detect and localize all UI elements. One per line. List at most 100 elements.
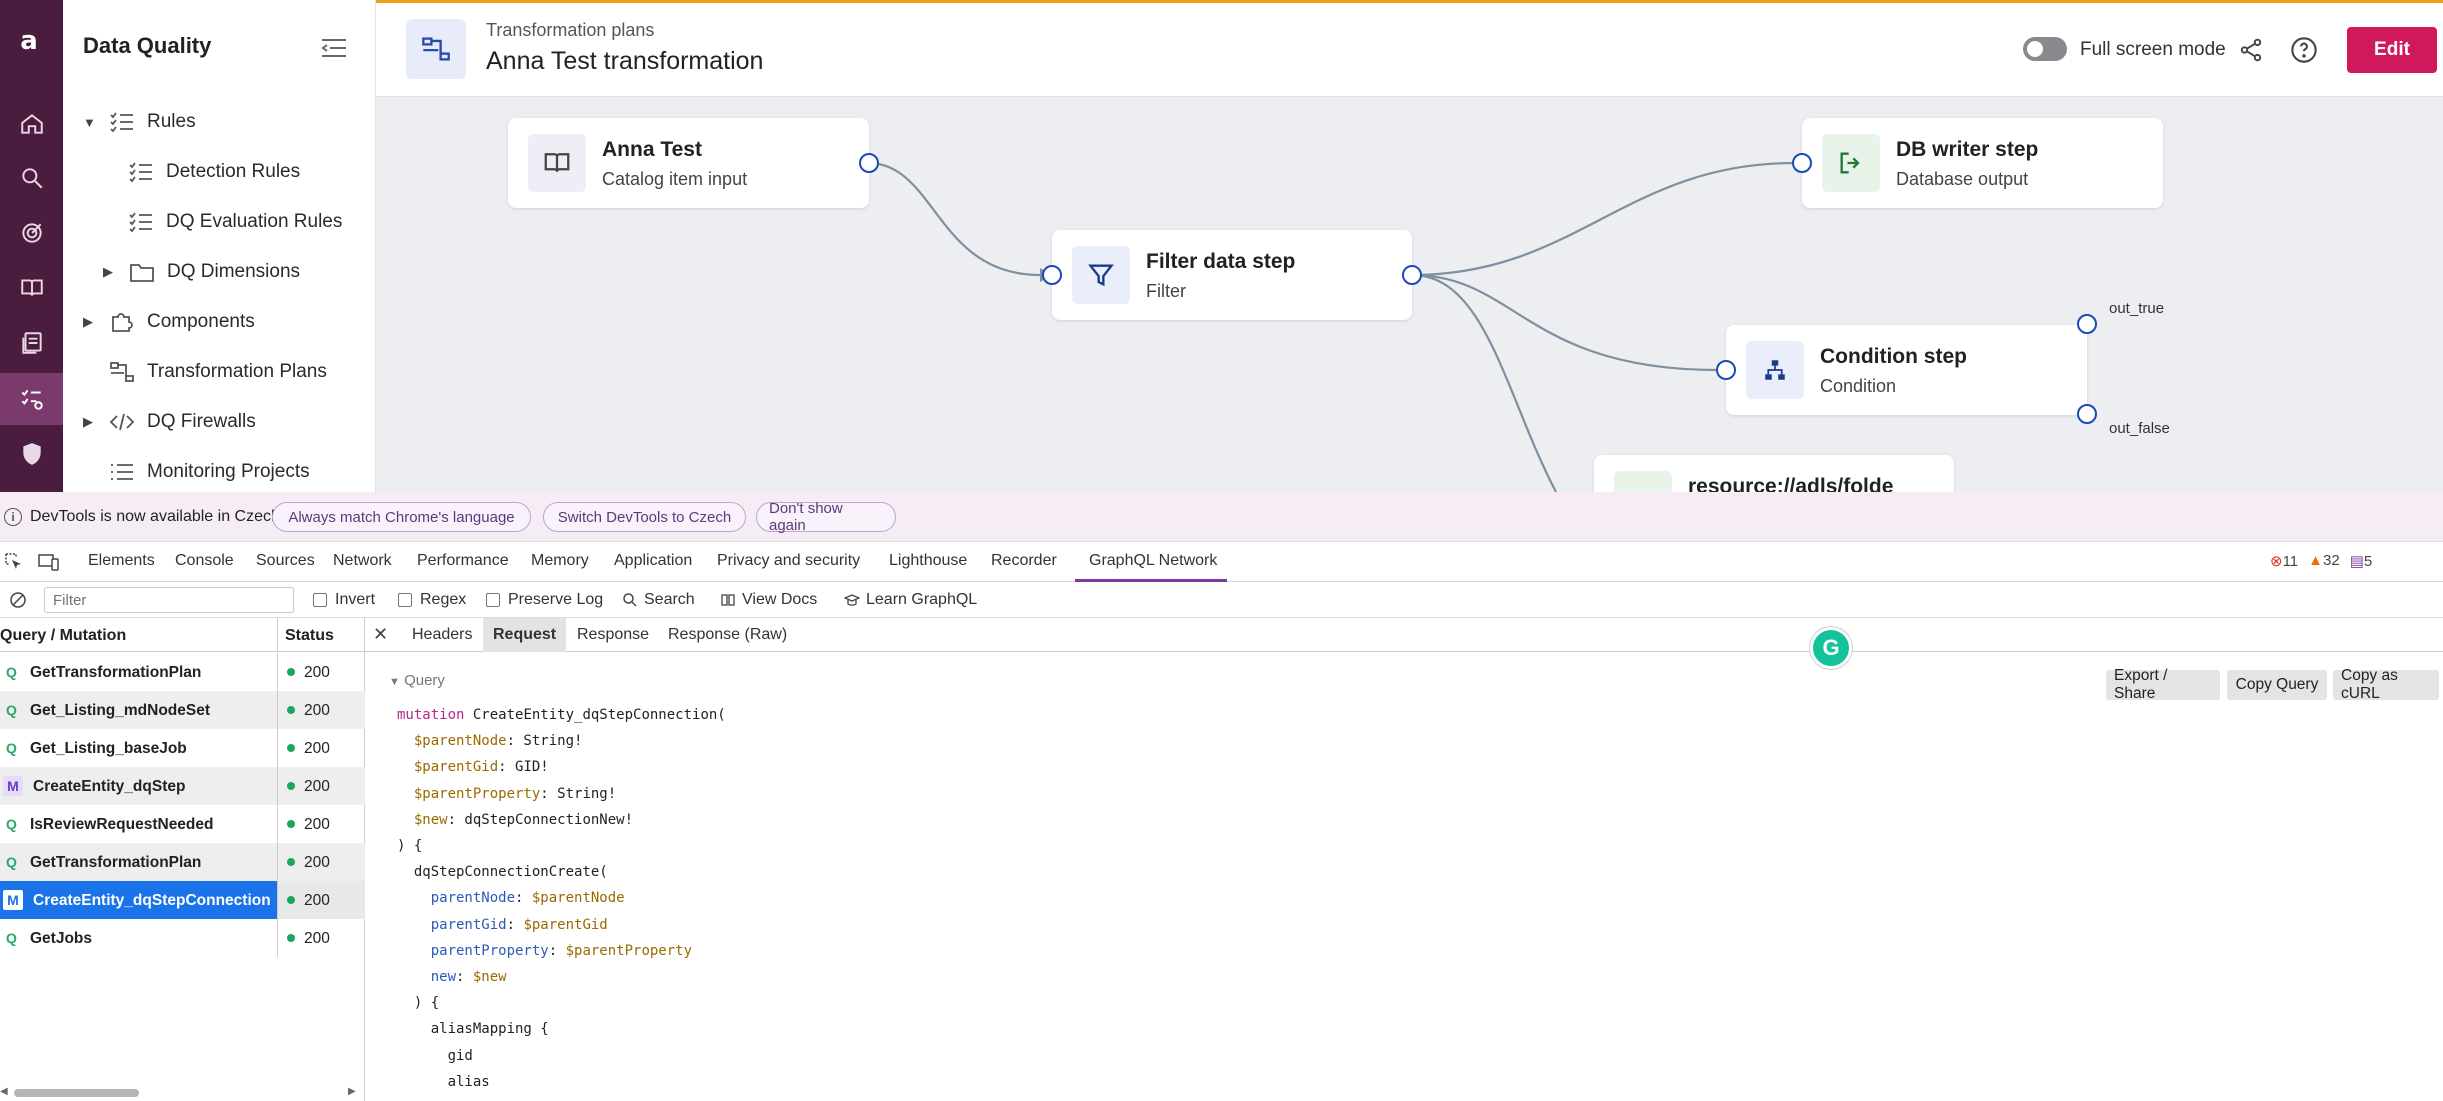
- request-row[interactable]: Q Get_Listing_mdNodeSet 200: [0, 691, 365, 729]
- search-button[interactable]: Search: [622, 591, 695, 609]
- node-resource[interactable]: resource://adls/folde: [1594, 455, 1954, 492]
- tab-memory[interactable]: Memory: [531, 552, 589, 570]
- tab-console[interactable]: Console: [175, 552, 234, 570]
- port-output[interactable]: [859, 153, 879, 173]
- collapse-menu-icon[interactable]: [320, 36, 348, 60]
- column-header-query[interactable]: Query / Mutation: [0, 627, 126, 645]
- tab-performance[interactable]: Performance: [417, 552, 509, 570]
- edit-button[interactable]: Edit: [2347, 27, 2437, 73]
- invert-checkbox[interactable]: Invert: [313, 591, 375, 609]
- tab-network[interactable]: Network: [333, 552, 392, 570]
- data-quality-icon[interactable]: [0, 373, 63, 425]
- dont-show-again-button[interactable]: Don't show again: [756, 500, 896, 534]
- chevron-down-icon[interactable]: ▼: [83, 115, 101, 130]
- app-logo[interactable]: a: [14, 26, 44, 56]
- node-db-writer[interactable]: DB writer step Database output: [1802, 118, 2163, 208]
- checklist-icon: [109, 111, 135, 133]
- preserve-log-checkbox[interactable]: Preserve Log: [486, 591, 603, 609]
- help-icon[interactable]: [2290, 36, 2318, 64]
- tab-response[interactable]: Response: [567, 618, 659, 652]
- request-row[interactable]: Q Get_Listing_baseJob 200: [0, 729, 365, 767]
- port-output[interactable]: [1402, 265, 1422, 285]
- request-row[interactable]: Q GetTransformationPlan 200: [0, 843, 365, 881]
- flow-canvas[interactable]: Anna Test Catalog item input Filter data…: [376, 97, 2443, 492]
- search-icon[interactable]: [0, 152, 63, 204]
- regex-checkbox[interactable]: Regex: [398, 591, 466, 609]
- always-match-language-button[interactable]: Always match Chrome's language: [272, 502, 531, 532]
- horizontal-scrollbar[interactable]: ◀ ▶: [0, 1086, 365, 1100]
- sidebar-item-dq-evaluation-rules[interactable]: DQ Evaluation Rules: [128, 197, 342, 247]
- node-condition-step[interactable]: Condition step Condition: [1726, 325, 2087, 415]
- scroll-left-arrow-icon[interactable]: ◀: [0, 1086, 8, 1097]
- port-out-false[interactable]: [2077, 404, 2097, 424]
- target-icon[interactable]: [0, 207, 63, 259]
- sidebar-item-dq-firewalls[interactable]: ▶ DQ Firewalls: [83, 397, 256, 447]
- transformation-plan-icon: [406, 19, 466, 79]
- tab-application[interactable]: Application: [614, 552, 692, 570]
- tab-privacy-security[interactable]: Privacy and security: [717, 552, 860, 570]
- clear-icon[interactable]: [9, 591, 27, 609]
- checkbox-box[interactable]: [398, 593, 412, 607]
- request-row-selected[interactable]: M CreateEntity_dqStepConnection 200: [0, 881, 365, 919]
- scrollbar-thumb[interactable]: [14, 1089, 139, 1097]
- scroll-right-arrow-icon[interactable]: ▶: [348, 1086, 356, 1097]
- request-row[interactable]: Q IsReviewRequestNeeded 200: [0, 805, 365, 843]
- tab-response-raw[interactable]: Response (Raw): [658, 618, 797, 652]
- port-input[interactable]: [1716, 360, 1736, 380]
- sidebar-item-rules[interactable]: ▼ Rules: [83, 97, 196, 147]
- query-section-toggle[interactable]: ▼ Query: [389, 672, 445, 689]
- switch-to-czech-button[interactable]: Switch DevTools to Czech: [543, 502, 746, 532]
- sidebar-item-components[interactable]: ▶ Components: [83, 297, 255, 347]
- copy-curl-button[interactable]: Copy as cURL: [2333, 667, 2439, 702]
- learn-graphql-button[interactable]: Learn GraphQL: [844, 591, 977, 609]
- status-cell: 200: [277, 805, 365, 843]
- view-docs-button[interactable]: View Docs: [720, 591, 817, 609]
- copy-query-button[interactable]: Copy Query: [2227, 670, 2327, 700]
- tab-lighthouse[interactable]: Lighthouse: [889, 552, 967, 570]
- export-share-button[interactable]: Export / Share: [2106, 667, 2220, 702]
- tab-graphql-network[interactable]: GraphQL Network: [1089, 552, 1217, 570]
- sidebar-item-monitoring-projects[interactable]: Monitoring Projects: [109, 447, 310, 492]
- node-filter-step[interactable]: Filter data step Filter: [1052, 230, 1412, 320]
- filter-input[interactable]: [44, 587, 294, 613]
- node-catalog-input[interactable]: Anna Test Catalog item input: [508, 118, 869, 208]
- grammarly-icon[interactable]: G: [1810, 627, 1852, 669]
- column-header-status[interactable]: Status: [285, 627, 334, 645]
- close-icon[interactable]: ✕: [373, 624, 388, 645]
- port-out-true[interactable]: [2077, 314, 2097, 334]
- status-dot: [287, 896, 295, 904]
- breadcrumb[interactable]: Transformation plans: [486, 20, 654, 41]
- search-label: Search: [644, 591, 695, 608]
- home-icon[interactable]: [0, 98, 63, 150]
- request-row[interactable]: M CreateEntity_dqStep 200: [0, 767, 365, 805]
- chevron-right-icon[interactable]: ▶: [83, 314, 101, 330]
- checkbox-box[interactable]: [486, 593, 500, 607]
- sidebar-item-dq-dimensions[interactable]: ▶ DQ Dimensions: [103, 247, 300, 297]
- tab-elements[interactable]: Elements: [88, 552, 155, 570]
- request-row[interactable]: Q GetTransformationPlan 200: [0, 653, 365, 691]
- fullscreen-toggle[interactable]: [2023, 37, 2067, 61]
- device-toolbar-icon[interactable]: [38, 552, 60, 572]
- graphql-toolbar: Invert Regex Preserve Log Search View Do…: [0, 582, 2443, 618]
- sidebar-item-label: DQ Evaluation Rules: [166, 211, 343, 232]
- sidebar-item-detection-rules[interactable]: Detection Rules: [128, 147, 300, 197]
- query-code[interactable]: mutation CreateEntity_dqStepConnection( …: [397, 702, 726, 1095]
- inspect-element-icon[interactable]: [4, 552, 24, 572]
- documents-icon[interactable]: [0, 317, 63, 369]
- request-name: GetJobs: [30, 930, 93, 947]
- chevron-right-icon[interactable]: ▶: [103, 264, 121, 280]
- request-row[interactable]: Q GetJobs 200: [0, 919, 365, 957]
- tab-headers[interactable]: Headers: [402, 618, 482, 652]
- tab-sources[interactable]: Sources: [256, 552, 315, 570]
- port-input[interactable]: [1792, 153, 1812, 173]
- sidebar-item-transformation-plans[interactable]: Transformation Plans: [109, 347, 327, 397]
- tab-request[interactable]: Request: [483, 618, 567, 652]
- console-counts[interactable]: ⊗11 ▲32 ▤5: [2270, 552, 2372, 570]
- chevron-right-icon[interactable]: ▶: [83, 414, 101, 430]
- catalog-book-icon[interactable]: [0, 262, 63, 314]
- share-icon[interactable]: [2238, 37, 2264, 63]
- tab-recorder[interactable]: Recorder: [991, 552, 1057, 570]
- checkbox-box[interactable]: [313, 593, 327, 607]
- port-input[interactable]: [1042, 265, 1062, 285]
- shield-icon[interactable]: [0, 428, 63, 480]
